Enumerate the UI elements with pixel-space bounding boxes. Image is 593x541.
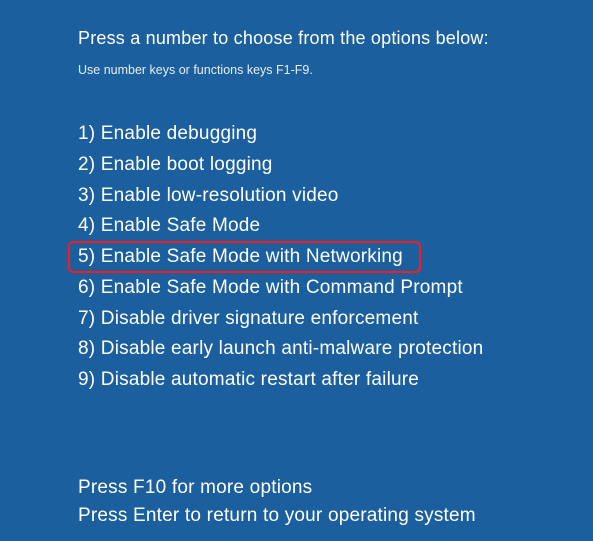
option-label: Disable automatic restart after failure — [101, 369, 419, 390]
option-label: Enable Safe Mode — [101, 215, 261, 236]
option-label: Enable Safe Mode with Command Prompt — [101, 277, 463, 298]
startup-options-list: 1) Enable debugging 2) Enable boot loggi… — [78, 119, 593, 396]
option-number: 8) — [78, 338, 95, 359]
option-9[interactable]: 9) Disable automatic restart after failu… — [78, 365, 593, 396]
option-1[interactable]: 1) Enable debugging — [78, 119, 593, 150]
option-number: 4) — [78, 215, 95, 236]
option-number: 6) — [78, 277, 95, 298]
option-5[interactable]: 5) Enable Safe Mode with Networking — [78, 242, 593, 273]
option-2[interactable]: 2) Enable boot logging — [78, 150, 593, 181]
option-number: 7) — [78, 308, 95, 329]
footer-return: Press Enter to return to your operating … — [78, 502, 593, 531]
instruction-subheading: Use number keys or functions keys F1-F9. — [78, 63, 593, 77]
option-7[interactable]: 7) Disable driver signature enforcement — [78, 304, 593, 335]
option-4[interactable]: 4) Enable Safe Mode — [78, 211, 593, 242]
option-8[interactable]: 8) Disable early launch anti-malware pro… — [78, 334, 593, 365]
option-number: 1) — [78, 123, 95, 144]
option-3[interactable]: 3) Enable low-resolution video — [78, 181, 593, 212]
option-label: Enable low-resolution video — [101, 185, 339, 206]
option-label: Enable debugging — [101, 123, 257, 144]
option-label: Enable boot logging — [101, 154, 273, 175]
option-label: Disable driver signature enforcement — [101, 308, 419, 329]
footer-more-options: Press F10 for more options — [78, 474, 593, 503]
option-number: 3) — [78, 185, 95, 206]
instruction-heading: Press a number to choose from the option… — [78, 28, 593, 49]
option-label: Enable Safe Mode with Networking — [101, 246, 403, 267]
option-number: 9) — [78, 369, 95, 390]
option-6[interactable]: 6) Enable Safe Mode with Command Prompt — [78, 273, 593, 304]
option-number: 5) — [78, 246, 95, 267]
option-number: 2) — [78, 154, 95, 175]
option-label: Disable early launch anti-malware protec… — [101, 338, 484, 359]
